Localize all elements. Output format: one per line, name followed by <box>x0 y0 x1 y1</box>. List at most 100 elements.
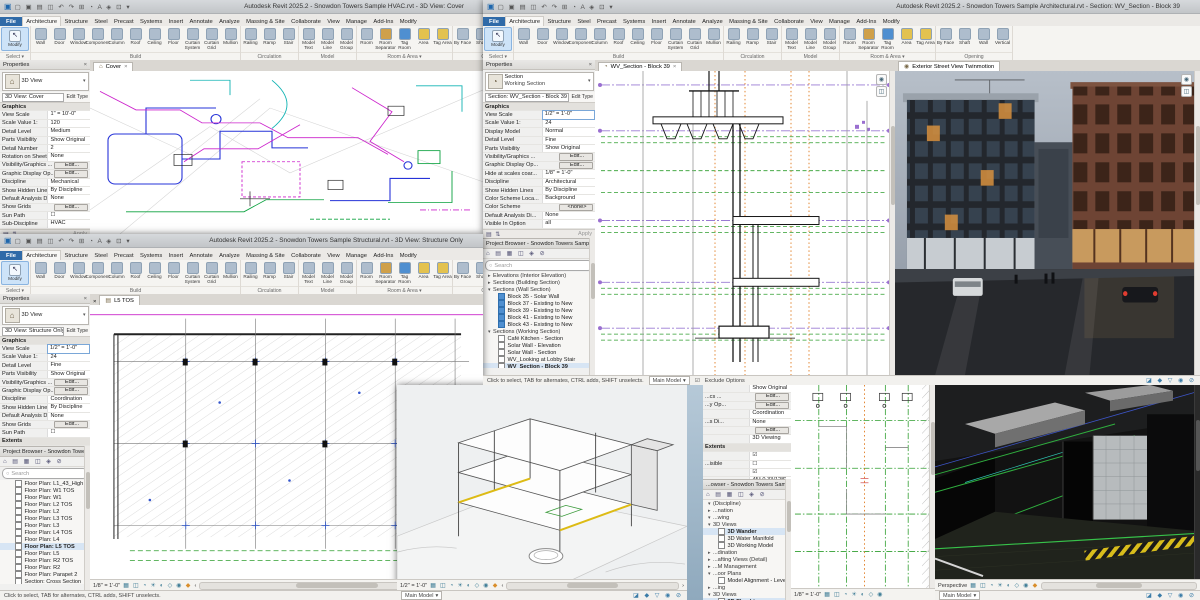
steering-wheel-icon[interactable]: ◉ <box>876 74 887 85</box>
tree-item[interactable]: ▾ 3D Views <box>703 591 791 598</box>
ribbon-tab[interactable]: Collaborate <box>288 17 324 26</box>
property-value[interactable]: Coordination <box>749 410 791 418</box>
property-value[interactable]: 3D Viewing <box>749 435 791 443</box>
ribbon-tab[interactable]: Analyze <box>216 17 243 26</box>
browser-toolbar-icons[interactable]: ⌂ ▤ ▦ ◫ ◈ ⊘ <box>0 457 90 467</box>
ribbon-tab[interactable]: Structure <box>544 17 574 26</box>
property-value[interactable]: Edit... <box>54 203 88 212</box>
tree-item[interactable]: ▾ (Discipline) <box>703 500 791 507</box>
ribbon-button[interactable]: Model Group <box>337 26 356 52</box>
ribbon-button[interactable]: Area <box>414 260 433 286</box>
view-checkbox[interactable] <box>15 536 22 543</box>
apply-button[interactable]: Apply <box>578 231 592 237</box>
property-value[interactable]: Show Original <box>749 385 791 393</box>
ribbon-button[interactable]: Stair <box>279 26 298 52</box>
view-tab-section[interactable]: ◔ WV_Section - Block 39 × <box>598 62 683 71</box>
modify-button[interactable]: ↖ Modify <box>1 27 29 51</box>
ribbon-button[interactable]: Room Separator <box>375 26 396 52</box>
tree-item[interactable]: ▾ ...wing <box>703 514 791 521</box>
property-value[interactable]: ☐ <box>749 460 791 468</box>
ribbon-button[interactable]: Window <box>69 260 88 286</box>
tree-item[interactable]: ▾ Sections (Working Section) <box>483 328 595 335</box>
property-value[interactable]: Coordination <box>47 395 90 404</box>
view-checkbox[interactable] <box>15 578 22 584</box>
ribbon-tab[interactable]: Manage <box>343 17 370 26</box>
ribbon-tab[interactable]: Steel <box>574 17 594 26</box>
view-control-icons[interactable]: ▦ ◫ ◔ ☀ ◐ ◇ ◉ <box>824 591 883 598</box>
ribbon-button[interactable]: Model Line <box>318 26 337 52</box>
ribbon-group-label[interactable]: Select ▾ <box>0 52 30 60</box>
ribbon-button[interactable]: Ceiling <box>145 26 164 52</box>
ribbon-tab[interactable]: Insert <box>165 17 186 26</box>
selection-filter-icons[interactable]: ◪ ◆ ▽ ◉ ⊘ <box>1146 377 1196 384</box>
property-value[interactable]: 1/2" = 1'-0" <box>46 344 90 354</box>
view-checkbox[interactable] <box>15 494 22 501</box>
ribbon-tab[interactable]: Modify <box>397 251 420 260</box>
close-icon[interactable]: × <box>84 296 87 302</box>
property-value[interactable]: Show Original <box>542 144 595 153</box>
property-value[interactable]: Edit... <box>54 378 88 387</box>
tree-item[interactable]: Block 43 - Existing to New <box>483 321 595 328</box>
property-value[interactable]: ☑ <box>749 452 791 460</box>
tree-item[interactable]: Block 39 - Existing to New <box>483 307 595 314</box>
view-tab-render[interactable]: ◉ Exterior Street View Twinmotion <box>898 61 1001 71</box>
property-value[interactable]: By Discipline <box>47 404 90 412</box>
property-value[interactable]: None <box>749 418 791 426</box>
view-scale[interactable]: 1/8" = 1'-0" <box>794 592 821 598</box>
tree-item[interactable]: Solar Wall - Elevation <box>483 342 595 349</box>
ribbon-tab[interactable]: Insert <box>165 251 186 260</box>
property-value[interactable]: Edit... <box>54 387 88 395</box>
ribbon-button[interactable]: By Face <box>453 26 472 52</box>
view-checkbox[interactable] <box>15 480 22 487</box>
property-value[interactable]: ☐ <box>47 212 90 220</box>
ribbon-tab[interactable]: Analyze <box>216 251 243 260</box>
tree-item[interactable]: ▾ 3D Views <box>703 521 791 528</box>
property-value[interactable]: Fine <box>47 362 90 370</box>
property-value[interactable]: Normal <box>542 128 595 136</box>
steering-wheel-icon[interactable]: ◉ <box>1181 74 1192 85</box>
ribbon-button[interactable]: Model Text <box>782 26 801 52</box>
zoom-control-icon[interactable]: ◫ <box>876 86 887 97</box>
ribbon-tab[interactable]: Structure <box>61 251 91 260</box>
tree-item[interactable]: ▸ Elevations (Interior Elevation) <box>483 272 595 279</box>
horizontal-scrollbar[interactable] <box>1041 581 1197 590</box>
tree-item[interactable]: 3D Wander <box>703 528 791 535</box>
ribbon-tab[interactable]: Precast <box>111 251 137 260</box>
ribbon-button[interactable]: Stair <box>762 26 781 52</box>
property-value[interactable]: Mechanical <box>47 178 90 186</box>
title-bar[interactable]: ▣ ▢ ▣ ▤ ◫ ↶ ↷ ⊞ ◔ A ◈ ⊡ ▾ Autodesk Revit… <box>0 0 484 14</box>
property-value[interactable]: Edit... <box>559 153 593 161</box>
property-value[interactable]: HVAC <box>47 220 90 228</box>
ribbon-button[interactable]: Model Group <box>820 26 839 52</box>
tree-item[interactable]: 3D Water Manifold <box>703 535 791 542</box>
scroll-left-icon[interactable]: ‹ <box>195 583 197 589</box>
property-value[interactable]: ☐ <box>47 429 90 437</box>
tree-item[interactable]: Café Kitchen - Section <box>483 335 595 342</box>
ribbon-button[interactable]: Room <box>357 26 376 52</box>
tree-item[interactable]: Solar Wall - Section <box>483 349 595 356</box>
ribbon-tab[interactable]: Architecture <box>505 16 545 26</box>
title-bar[interactable]: ▣ ▢ ▣ ▤ ◫ ↶ ↷ ⊞ ◔ A ◈ ⊡ ▾ Autodesk Revit… <box>0 234 483 248</box>
tree-item[interactable]: Floor Plan: W1 TOS <box>0 487 90 494</box>
ribbon-button[interactable]: Tag Area <box>433 260 452 286</box>
property-value[interactable]: Show Original <box>47 136 90 144</box>
active-workset-select[interactable]: Main Model ▾ <box>401 591 443 600</box>
property-value[interactable]: 120 <box>47 119 90 128</box>
ribbon-tab[interactable]: Manage <box>343 251 370 260</box>
view-checkbox[interactable] <box>15 571 22 578</box>
property-value[interactable]: <none> <box>559 203 593 212</box>
close-icon[interactable]: × <box>589 62 592 68</box>
view-scale[interactable]: 1/2" = 1'-0" <box>400 583 427 589</box>
ribbon-button[interactable]: Door <box>50 26 69 52</box>
quick-access-toolbar[interactable]: ▢ ▣ ▤ ◫ ↶ ↷ ⊞ ◔ A ◈ ⊡ ▾ <box>15 3 132 11</box>
ribbon-group-label[interactable]: Select ▾ <box>0 286 30 294</box>
view-checkbox[interactable] <box>15 522 22 529</box>
ribbon-button[interactable]: Door <box>50 260 69 286</box>
ribbon-button[interactable]: Mullion <box>221 260 240 286</box>
ribbon-tab[interactable]: Precast <box>111 17 137 26</box>
property-value[interactable]: By Discipline <box>542 186 595 195</box>
edit-type-button[interactable]: Edit Type <box>66 328 88 334</box>
tree-item[interactable]: WV_Section - Block 39 <box>483 363 595 368</box>
ribbon-tab[interactable]: Add-Ins <box>370 251 396 260</box>
tree-item[interactable]: Section: Cross Section <box>0 578 90 584</box>
